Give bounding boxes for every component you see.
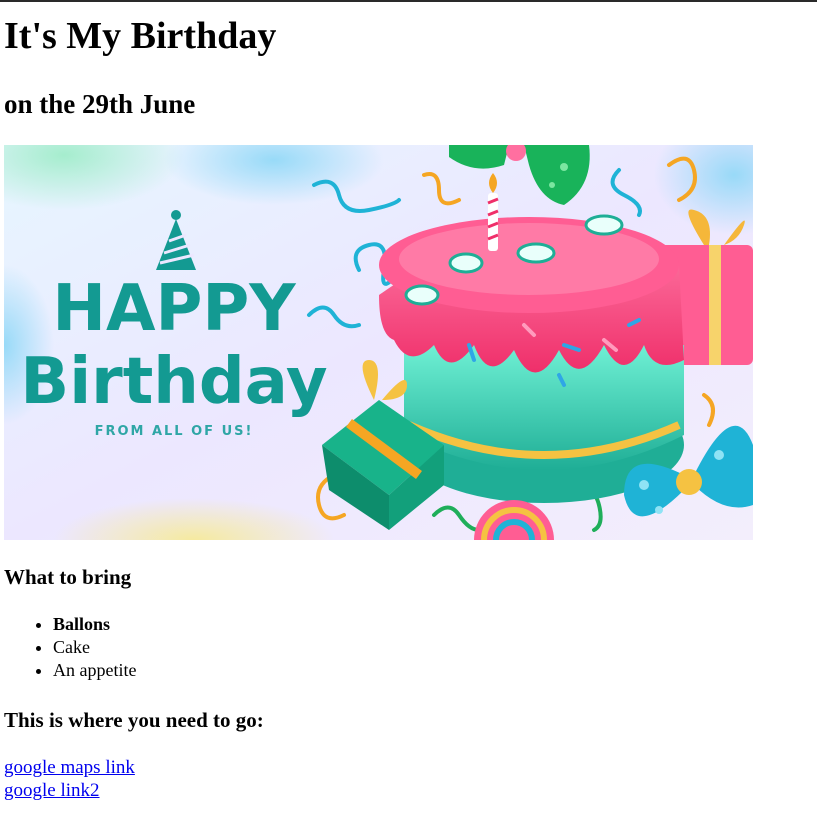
list-item: Ballons [53,613,136,636]
directions-links: google maps link google link2 [4,756,135,802]
google-link2[interactable]: google link2 [4,779,135,802]
banner-happy-text: HAPPY [52,272,296,346]
bring-list: Ballons Cake An appetite [4,613,136,682]
page-title: It's My Birthday [4,15,277,57]
list-item: Cake [53,636,136,659]
list-item: An appetite [53,659,136,682]
birthday-banner-image: HAPPY Birthday FROM ALL OF US! [4,145,753,540]
directions-section-title: This is where you need to go: [4,708,264,732]
banner-tagline-text: FROM ALL OF US! [95,424,254,439]
bring-section-title: What to bring [4,565,132,589]
page-subtitle: on the 29th June [4,89,196,119]
banner-birthday-text: Birthday [20,345,327,419]
google-maps-link[interactable]: google maps link [4,756,135,779]
top-border [0,0,817,2]
